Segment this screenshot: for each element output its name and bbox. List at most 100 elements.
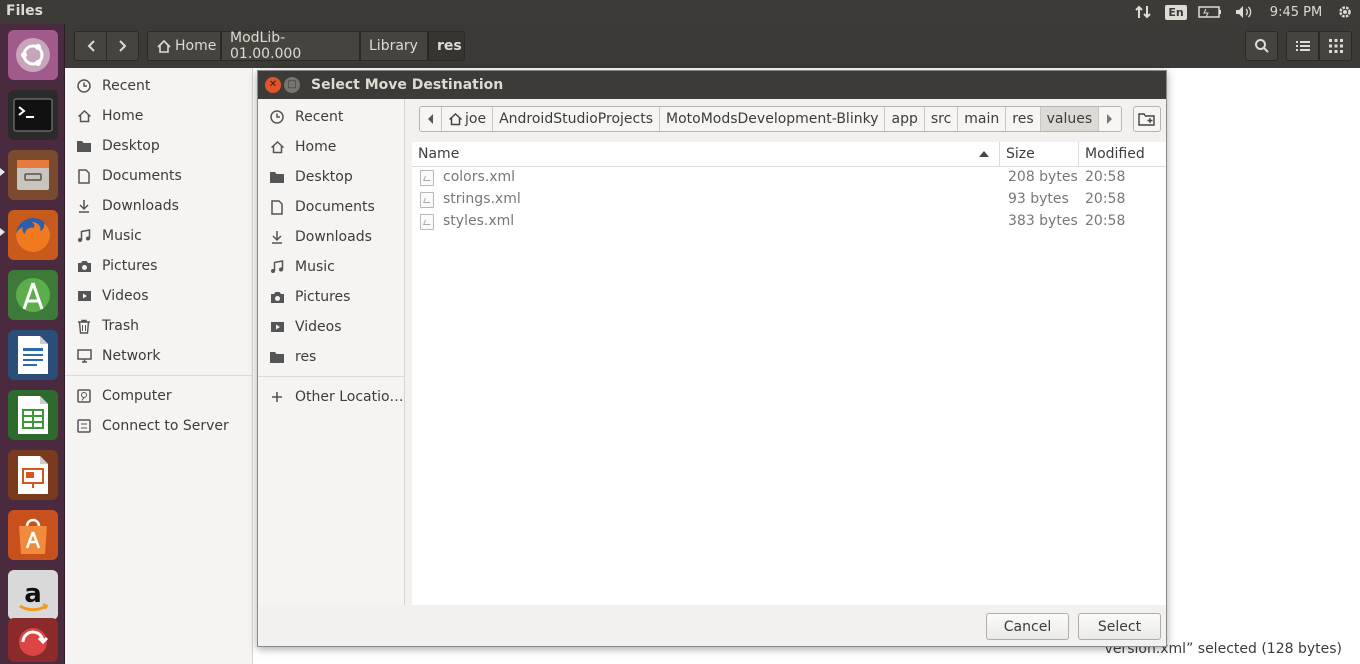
files-sidebar: Recent Home Desktop Documents Downloads … (65, 68, 253, 664)
ubuntu-dash-icon[interactable] (8, 30, 58, 80)
network-transfer-icon[interactable] (1130, 0, 1156, 24)
libreoffice-calc-icon[interactable] (8, 390, 58, 440)
sidebar-item-trash[interactable]: Trash (65, 311, 253, 341)
sidebar-item-label: Documents (295, 199, 375, 215)
path-segment-src[interactable]: src (924, 107, 959, 131)
maximize-icon[interactable]: □ (284, 77, 300, 93)
path-segment-app[interactable]: app (885, 107, 925, 131)
file-size: 383 bytes (1008, 213, 1078, 229)
sidebar-item-documents[interactable]: Documents (65, 161, 253, 191)
sidebar-item-label: Home (295, 139, 337, 155)
close-icon[interactable]: ✕ (265, 77, 281, 93)
cancel-button[interactable]: Cancel (986, 613, 1069, 640)
path-scroll-left-button[interactable] (420, 107, 442, 131)
sidebar-item-label: Videos (102, 288, 149, 304)
path-segment-joe[interactable]: joe (442, 107, 494, 131)
path-segment-res[interactable]: res (1006, 107, 1041, 131)
firefox-icon[interactable] (8, 210, 58, 260)
sidebar-item-label: Trash (102, 318, 139, 334)
sidebar-separator (65, 375, 253, 376)
select-button[interactable]: Select (1078, 613, 1161, 640)
files-icon[interactable] (8, 150, 58, 200)
file-row[interactable]: styles.xml 383 bytes 20:58 (412, 211, 1166, 233)
sidebar-item-music[interactable]: Music (65, 221, 253, 251)
home-icon (75, 107, 93, 125)
sidebar-item-videos[interactable]: Videos (65, 281, 253, 311)
sidebar-item-downloads[interactable]: Downloads (65, 191, 253, 221)
breadcrumb-res[interactable]: res (428, 31, 465, 61)
path-segment-main[interactable]: main (958, 107, 1007, 131)
sidebar-item-network[interactable]: Network (65, 341, 253, 371)
sidebar-item-home[interactable]: Home (65, 101, 253, 131)
sidebar-item-label: Recent (102, 78, 151, 94)
sidebar-item-label: Desktop (102, 138, 160, 154)
dialog-sidebar-item-pictures[interactable]: Pictures (258, 282, 405, 312)
column-header-name[interactable]: Name (412, 142, 999, 167)
software-center-icon[interactable] (8, 510, 58, 560)
breadcrumb-home[interactable]: Home (147, 31, 221, 61)
dialog-titlebar: ✕ □ Select Move Destination (258, 71, 1166, 99)
breadcrumb-library[interactable]: Library (360, 31, 428, 61)
list-view-button[interactable] (1286, 31, 1319, 61)
path-segment-motomodsdevelopment-blinky[interactable]: MotoModsDevelopment-Blinky (660, 107, 886, 131)
column-header-modified[interactable]: Modified (1078, 142, 1166, 167)
dialog-sidebar-item-home[interactable]: Home (258, 132, 405, 162)
sidebar-item-label: Recent (295, 109, 344, 125)
home-icon (268, 138, 286, 156)
battery-icon[interactable] (1196, 0, 1224, 24)
file-row[interactable]: colors.xml 208 bytes 20:58 (412, 167, 1166, 189)
file-row[interactable]: strings.xml 93 bytes 20:58 (412, 189, 1166, 211)
back-button[interactable] (74, 31, 107, 61)
path-scroll-right-button[interactable] (1099, 107, 1122, 131)
dialog-sidebar-item-desktop[interactable]: Desktop (258, 162, 405, 192)
sidebar-item-connect-to-server[interactable]: Connect to Server (65, 411, 253, 441)
dialog-sidebar-item-music[interactable]: Music (258, 252, 405, 282)
sidebar-item-label: Downloads (102, 198, 179, 214)
sidebar-item-pictures[interactable]: Pictures (65, 251, 253, 281)
svg-text:a: a (24, 579, 42, 609)
top-panel: Files En 9:45 PM (0, 0, 1360, 24)
sidebar-item-label: Home (102, 108, 144, 124)
forward-button[interactable] (106, 31, 139, 61)
path-segment-values[interactable]: values (1040, 107, 1100, 131)
app-title: Files (6, 3, 43, 19)
trash-icon (75, 317, 93, 335)
terminal-icon[interactable] (8, 90, 58, 140)
dialog-sidebar-item-videos[interactable]: Videos (258, 312, 405, 342)
breadcrumb-modlib[interactable]: ModLib-01.00.000 (221, 30, 360, 62)
search-button[interactable] (1245, 31, 1278, 61)
select-move-destination-dialog: ✕ □ Select Move Destination Recent Home … (257, 70, 1167, 647)
system-update-icon[interactable] (8, 618, 58, 662)
volume-icon[interactable] (1232, 0, 1256, 24)
clock-icon (75, 77, 93, 95)
libreoffice-writer-icon[interactable] (8, 330, 58, 380)
create-folder-button[interactable] (1133, 106, 1161, 132)
new-folder-icon (1138, 112, 1156, 127)
download-icon (268, 228, 286, 246)
android-studio-icon[interactable] (8, 270, 58, 320)
dialog-sidebar-item-other-locations[interactable]: Other Locatio… (258, 382, 405, 412)
document-icon (268, 198, 286, 216)
video-icon (75, 287, 93, 305)
path-segment-androidstudioprojects[interactable]: AndroidStudioProjects (493, 107, 660, 131)
dialog-sidebar-item-documents[interactable]: Documents (258, 192, 405, 222)
gear-icon[interactable] (1334, 0, 1356, 24)
sidebar-item-label: Videos (295, 319, 342, 335)
sidebar-item-desktop[interactable]: Desktop (65, 131, 253, 161)
sidebar-item-label: Other Locatio… (295, 389, 404, 405)
sidebar-item-computer[interactable]: Computer (65, 381, 253, 411)
dialog-sidebar-item-recent[interactable]: Recent (258, 102, 405, 132)
column-header-label: Modified (1085, 146, 1145, 162)
sidebar-item-label: Music (102, 228, 142, 244)
libreoffice-impress-icon[interactable] (8, 450, 58, 500)
clock[interactable]: 9:45 PM (1262, 0, 1330, 24)
dialog-sidebar-item-downloads[interactable]: Downloads (258, 222, 405, 252)
dialog-sidebar-item-res[interactable]: res (258, 342, 405, 372)
amazon-icon[interactable]: a (8, 570, 58, 620)
music-icon (268, 258, 286, 276)
grid-view-button[interactable] (1319, 31, 1352, 61)
keyboard-layout-indicator[interactable]: En (1164, 0, 1188, 24)
column-header-size[interactable]: Size (999, 142, 1078, 167)
path-segment-label: joe (465, 111, 487, 127)
sidebar-item-recent[interactable]: Recent (65, 71, 253, 101)
